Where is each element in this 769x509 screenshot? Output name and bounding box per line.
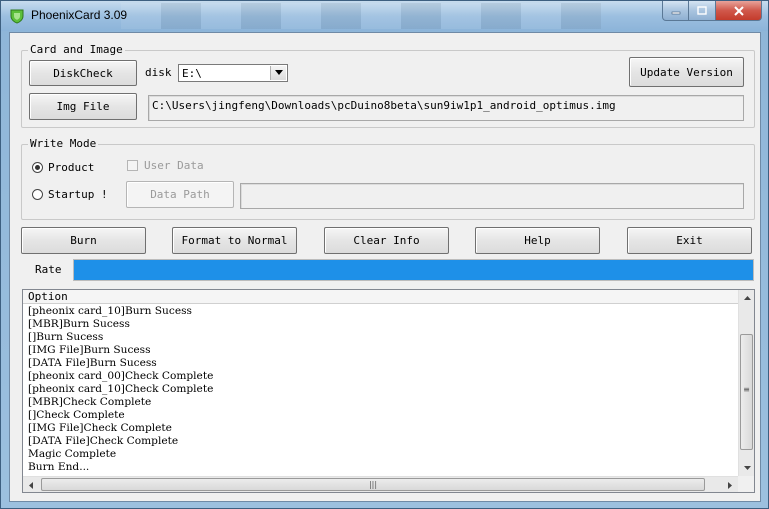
list-item[interactable]: [MBR]Check Complete (28, 396, 736, 409)
card-and-image-legend: Card and Image (28, 43, 125, 56)
disk-select[interactable]: E:\ (178, 64, 288, 82)
write-mode-legend: Write Mode (28, 137, 99, 150)
disk-label: disk (145, 66, 172, 79)
list-item[interactable]: [MBR]Burn Sucess (28, 318, 736, 331)
grip-icon: ≡ (743, 385, 750, 394)
minimize-icon (671, 6, 681, 16)
maximize-button[interactable] (689, 1, 716, 21)
list-item[interactable]: [IMG File]Check Complete (28, 422, 736, 435)
vertical-scroll-thumb[interactable]: ≡ (740, 334, 753, 450)
title-bar[interactable]: PhoenixCard 3.09 (1, 1, 768, 31)
user-data-checkbox[interactable] (127, 160, 138, 171)
list-item[interactable]: [DATA File]Burn Sucess (28, 357, 736, 370)
user-data-label: User Data (144, 159, 204, 172)
close-icon (733, 5, 745, 17)
horizontal-scrollbar[interactable]: ||| (23, 476, 738, 492)
minimize-button[interactable] (662, 1, 689, 21)
startup-radio[interactable] (32, 189, 43, 200)
update-version-button[interactable]: Update Version (629, 57, 744, 87)
chevron-down-icon[interactable] (270, 66, 286, 80)
list-item[interactable]: [IMG File]Burn Sucess (28, 344, 736, 357)
clear-info-button[interactable]: Clear Info (324, 227, 449, 254)
list-item[interactable]: []Burn Sucess (28, 331, 736, 344)
rate-label: Rate (35, 263, 62, 276)
list-item[interactable]: [pheonix card_10]Burn Sucess (28, 305, 736, 318)
scroll-left-arrow-icon[interactable] (23, 477, 39, 492)
log-lines: [pheonix card_10]Burn Sucess [MBR]Burn Su… (28, 305, 736, 474)
list-item[interactable]: [pheonix card_10]Check Complete (28, 383, 736, 396)
scroll-up-arrow-icon[interactable] (739, 290, 754, 306)
grip-icon: ||| (368, 480, 378, 489)
list-item[interactable]: []Check Complete (28, 409, 736, 422)
data-path-field[interactable] (240, 183, 744, 209)
rate-progress-bar (73, 259, 754, 281)
scroll-down-arrow-icon[interactable] (739, 460, 754, 476)
client-area: Card and Image DiskCheck disk E:\ Update… (9, 32, 761, 502)
img-file-button[interactable]: Img File (29, 93, 137, 120)
app-shield-icon (9, 8, 25, 24)
list-item[interactable]: Magic Complete (28, 448, 736, 461)
burn-button[interactable]: Burn (21, 227, 146, 254)
data-path-button[interactable]: Data Path (126, 181, 234, 208)
window-controls (662, 1, 762, 21)
horizontal-scroll-thumb[interactable]: ||| (41, 478, 705, 491)
rate-progress-fill (74, 260, 753, 280)
scroll-right-arrow-icon[interactable] (722, 477, 738, 492)
radio-selected-dot (35, 165, 40, 170)
help-button[interactable]: Help (475, 227, 600, 254)
startup-label: Startup ! (48, 188, 108, 201)
exit-button[interactable]: Exit (627, 227, 752, 254)
log-column-header[interactable]: Option (23, 290, 739, 304)
scrollbar-corner (738, 476, 754, 492)
list-item[interactable]: Burn End... (28, 461, 736, 474)
app-window: PhoenixCard 3.09 Card and Image DiskChec… (0, 0, 769, 509)
maximize-icon (697, 5, 707, 16)
close-button[interactable] (716, 1, 762, 21)
window-title: PhoenixCard 3.09 (31, 8, 128, 22)
vertical-scrollbar[interactable]: ≡ (738, 290, 754, 476)
diskcheck-button[interactable]: DiskCheck (29, 60, 137, 86)
list-item[interactable]: [DATA File]Check Complete (28, 435, 736, 448)
title-bar-backdrop (121, 3, 601, 29)
disk-select-value: E:\ (182, 67, 202, 80)
product-radio[interactable] (32, 162, 43, 173)
list-item[interactable]: [pheonix card_00]Check Complete (28, 370, 736, 383)
log-listbox[interactable]: Option [pheonix card_10]Burn Sucess [MBR]… (22, 289, 755, 493)
product-label: Product (48, 161, 95, 174)
img-path-field[interactable]: C:\Users\jingfeng\Downloads\pcDuino8beta… (148, 95, 744, 121)
format-to-normal-button[interactable]: Format to Normal (172, 227, 297, 254)
